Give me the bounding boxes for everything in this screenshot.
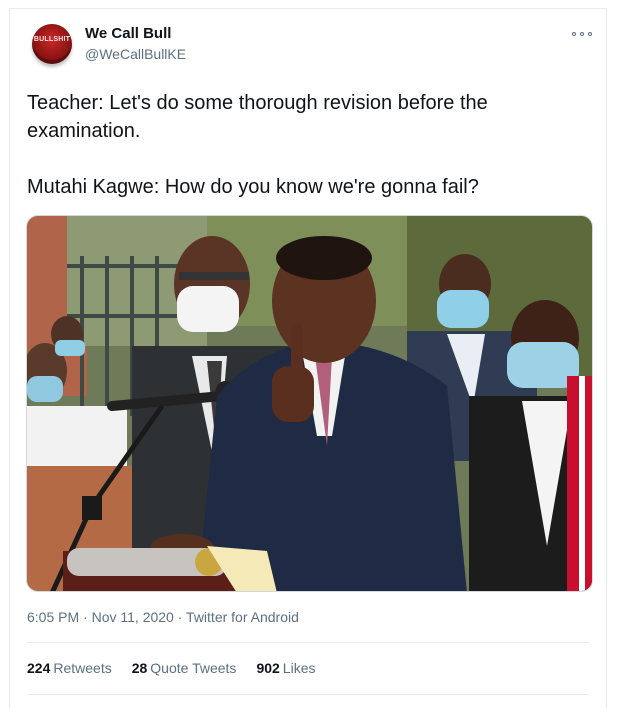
retweets-label: Retweets <box>53 660 112 676</box>
quote-tweets-stat[interactable]: 28 Quote Tweets <box>132 660 237 676</box>
retweets-count: 224 <box>27 660 51 676</box>
more-options-icon[interactable] <box>572 29 592 39</box>
user-handle[interactable]: @WeCallBullKE <box>85 46 186 62</box>
likes-label: Likes <box>282 660 316 676</box>
tweet-text-line-2: Mutahi Kagwe: How do you know we're gonn… <box>27 176 479 198</box>
likes-stat[interactable]: 902 Likes <box>256 660 315 676</box>
tweet-stats: 224 Retweets 28 Quote Tweets 902 Likes <box>27 660 315 676</box>
tweet-photo[interactable] <box>26 215 593 592</box>
press-conference-photo <box>27 216 592 591</box>
avatar[interactable]: BULLSHIT <box>32 24 72 64</box>
divider <box>27 642 589 643</box>
tweet-time[interactable]: 6:05 PM <box>27 609 79 625</box>
quote-tweets-label: Quote Tweets <box>150 660 237 676</box>
tweet-source[interactable]: Twitter for Android <box>186 609 299 625</box>
tweet-meta: 6:05 PM · Nov 11, 2020 · Twitter for And… <box>27 609 299 625</box>
display-name[interactable]: We Call Bull <box>85 25 171 42</box>
tweet-card: BULLSHIT We Call Bull @WeCallBullKE Teac… <box>9 8 607 708</box>
retweets-stat[interactable]: 224 Retweets <box>27 660 112 676</box>
quote-tweets-count: 28 <box>131 660 148 676</box>
avatar-logo-text: BULLSHIT <box>33 36 71 43</box>
tweet-text: Teacher: Let's do some thorough revision… <box>27 89 587 229</box>
meta-separator: · <box>83 609 92 625</box>
tweet-text-line-1: Teacher: Let's do some thorough revision… <box>27 92 488 142</box>
tweet-date[interactable]: Nov 11, 2020 <box>92 609 174 625</box>
likes-count: 902 <box>256 660 280 676</box>
meta-separator: · <box>177 609 187 625</box>
divider <box>27 694 589 695</box>
